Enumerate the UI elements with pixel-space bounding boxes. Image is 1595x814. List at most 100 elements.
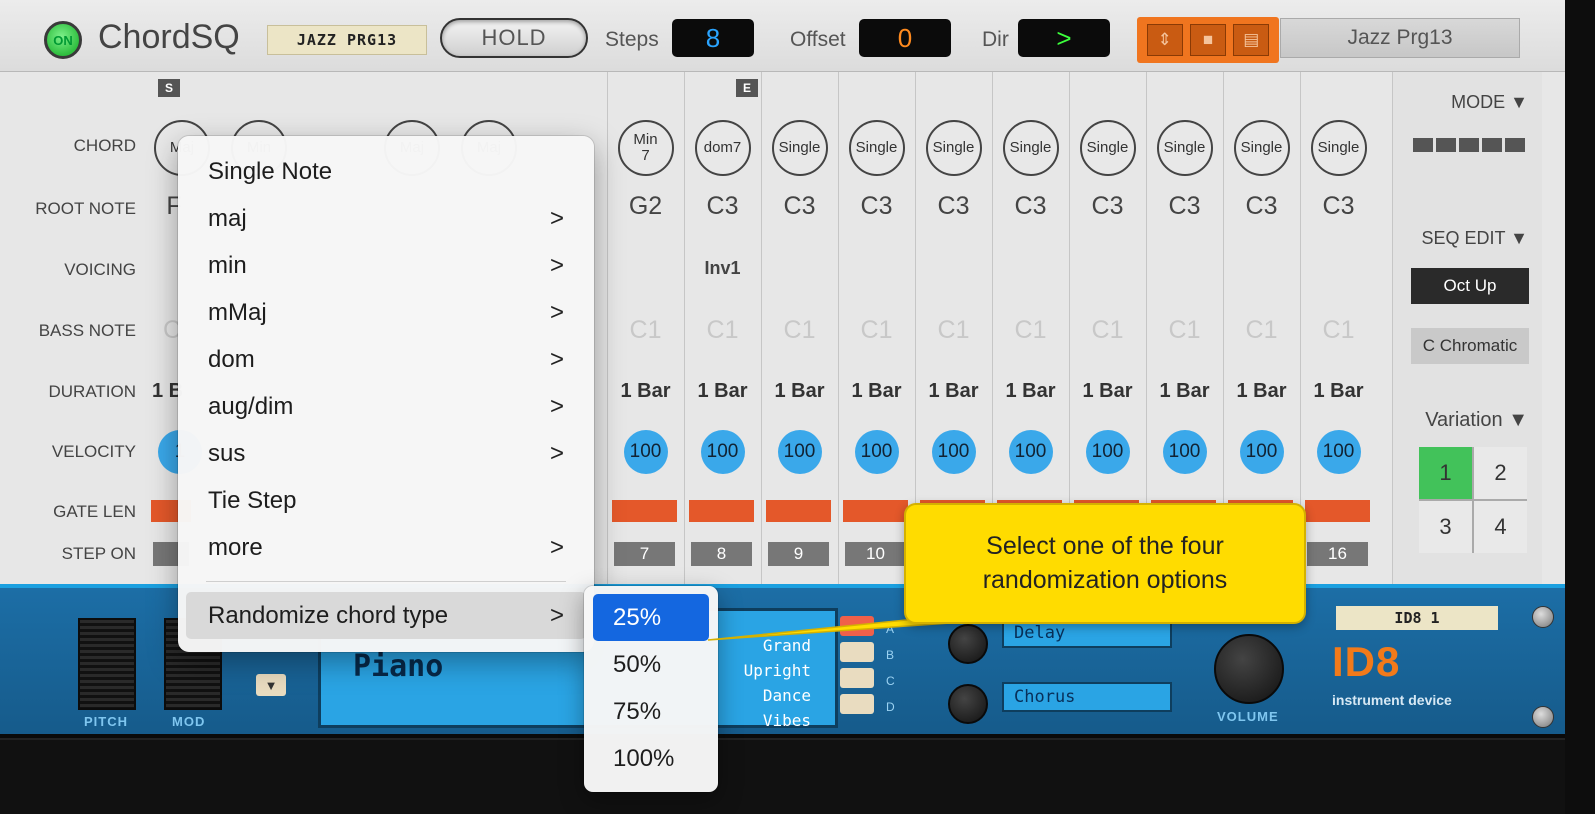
instrument-option[interactable]: Dance [733, 683, 811, 708]
root-note-cell[interactable]: C3 [1223, 192, 1300, 221]
root-note-cell[interactable]: C3 [992, 192, 1069, 221]
velocity-knob[interactable]: 100 [1162, 430, 1207, 474]
patch-down-button[interactable]: ▼ [256, 674, 286, 696]
chord-button[interactable]: dom7 [694, 120, 751, 176]
gate-length-bar[interactable] [1305, 500, 1370, 522]
step-on-toggle[interactable]: 16 [1307, 542, 1368, 566]
voicing-cell[interactable]: Inv1 [684, 258, 761, 279]
gate-length-bar[interactable] [843, 500, 908, 522]
root-note-cell[interactable]: C3 [1069, 192, 1146, 221]
root-note-cell[interactable]: C3 [684, 192, 761, 221]
power-button[interactable]: ON [44, 21, 82, 59]
variation-button-2[interactable]: 2 [1474, 447, 1527, 499]
volume-knob[interactable] [1214, 634, 1284, 704]
chord-button[interactable]: Single [771, 120, 828, 176]
bass-note-cell[interactable]: C1 [1223, 316, 1300, 345]
device-button-c[interactable] [840, 668, 874, 688]
bass-note-cell[interactable]: C1 [684, 316, 761, 345]
velocity-knob[interactable]: 100 [700, 430, 745, 474]
velocity-knob[interactable]: 100 [623, 430, 668, 474]
bass-note-cell[interactable]: C1 [1300, 316, 1377, 345]
fx-chorus-display[interactable]: Chorus [1002, 682, 1172, 712]
menu-item-more[interactable]: more > [178, 524, 594, 571]
randomize-option-100[interactable]: 100% [593, 735, 709, 782]
menu-item-aug-dim[interactable]: aug/dim > [178, 383, 594, 430]
device-button-b[interactable] [840, 642, 874, 662]
menu-item-single-note[interactable]: Single Note [178, 148, 594, 195]
menu-item-mmaj[interactable]: mMaj > [178, 289, 594, 336]
variation-dropdown[interactable]: Variation ▼ [1425, 409, 1528, 432]
gate-length-bar[interactable] [689, 500, 754, 522]
root-note-cell[interactable]: C3 [1300, 192, 1377, 221]
velocity-knob[interactable]: 100 [1239, 430, 1284, 474]
chord-button[interactable]: Single [1310, 120, 1367, 176]
root-note-cell[interactable]: C3 [838, 192, 915, 221]
duration-cell[interactable]: 1 Bar [992, 380, 1069, 403]
chord-button[interactable]: Min 7 [617, 120, 674, 176]
duration-cell[interactable]: 1 Bar [915, 380, 992, 403]
randomize-option-75[interactable]: 75% [593, 688, 709, 735]
chord-button[interactable]: Single [1233, 120, 1290, 176]
direction-display[interactable]: > [1018, 19, 1110, 57]
device-button-a[interactable] [840, 616, 874, 636]
randomize-option-25[interactable]: 25% [593, 594, 709, 641]
duration-cell[interactable]: 1 Bar [607, 380, 684, 403]
start-marker[interactable]: S [158, 79, 180, 97]
root-note-cell[interactable]: C3 [1146, 192, 1223, 221]
randomize-option-50[interactable]: 50% [593, 641, 709, 688]
gate-length-bar[interactable] [612, 500, 677, 522]
duration-cell[interactable]: 1 Bar [684, 380, 761, 403]
duration-cell[interactable]: 1 Bar [761, 380, 838, 403]
variation-button-1[interactable]: 1 [1419, 447, 1472, 499]
instrument-option[interactable]: Upright [733, 658, 811, 683]
menu-item-sus[interactable]: sus > [178, 430, 594, 477]
velocity-knob[interactable]: 100 [931, 430, 976, 474]
bass-note-cell[interactable]: C1 [607, 316, 684, 345]
step-on-toggle[interactable]: 7 [614, 542, 675, 566]
mode-indicator[interactable] [1413, 138, 1525, 152]
velocity-knob[interactable]: 100 [1085, 430, 1130, 474]
bass-note-cell[interactable]: C1 [761, 316, 838, 345]
velocity-knob[interactable]: 100 [1316, 430, 1361, 474]
hold-button[interactable]: HOLD [440, 18, 588, 58]
device-button-d[interactable] [840, 694, 874, 714]
bass-note-cell[interactable]: C1 [992, 316, 1069, 345]
folder-icon[interactable]: ■ [1189, 24, 1226, 56]
delay-knob[interactable] [948, 624, 988, 664]
pitch-wheel[interactable] [78, 618, 136, 710]
chord-button[interactable]: Single [848, 120, 905, 176]
menu-item-randomize-chord-type[interactable]: Randomize chord type > [186, 592, 586, 639]
velocity-knob[interactable]: 100 [1008, 430, 1053, 474]
step-on-toggle[interactable]: 10 [845, 542, 906, 566]
variation-button-3[interactable]: 3 [1419, 501, 1472, 553]
bass-note-cell[interactable]: C1 [1069, 316, 1146, 345]
menu-item-min[interactable]: min > [178, 242, 594, 289]
oct-up-button[interactable]: Oct Up [1411, 268, 1529, 304]
menu-item-maj[interactable]: maj > [178, 195, 594, 242]
variation-button-4[interactable]: 4 [1474, 501, 1527, 553]
save-icon[interactable]: ▤ [1233, 24, 1270, 56]
chorus-knob[interactable] [948, 684, 988, 724]
chord-button[interactable]: Single [1002, 120, 1059, 176]
chord-button[interactable]: Single [925, 120, 982, 176]
end-marker[interactable]: E [736, 79, 758, 97]
duration-cell[interactable]: 1 Bar [838, 380, 915, 403]
root-note-cell[interactable]: G2 [607, 192, 684, 221]
patch-up-down-icon[interactable]: ⇕ [1146, 24, 1183, 56]
patch-name-display[interactable]: Jazz Prg13 [1280, 18, 1520, 58]
instrument-option[interactable]: Grand [733, 633, 811, 658]
duration-cell[interactable]: 1 Bar [1069, 380, 1146, 403]
menu-item-dom[interactable]: dom > [178, 336, 594, 383]
velocity-knob[interactable]: 100 [777, 430, 822, 474]
duration-cell[interactable]: 1 Bar [1223, 380, 1300, 403]
steps-display[interactable]: 8 [672, 19, 754, 57]
root-note-cell[interactable]: C3 [761, 192, 838, 221]
gate-length-bar[interactable] [766, 500, 831, 522]
scale-button[interactable]: C Chromatic [1411, 328, 1529, 364]
menu-item-tie-step[interactable]: Tie Step [178, 477, 594, 524]
velocity-knob[interactable]: 100 [854, 430, 899, 474]
bass-note-cell[interactable]: C1 [915, 316, 992, 345]
bass-note-cell[interactable]: C1 [1146, 316, 1223, 345]
seq-edit-dropdown[interactable]: SEQ EDIT ▼ [1421, 228, 1528, 249]
chord-button[interactable]: Single [1079, 120, 1136, 176]
